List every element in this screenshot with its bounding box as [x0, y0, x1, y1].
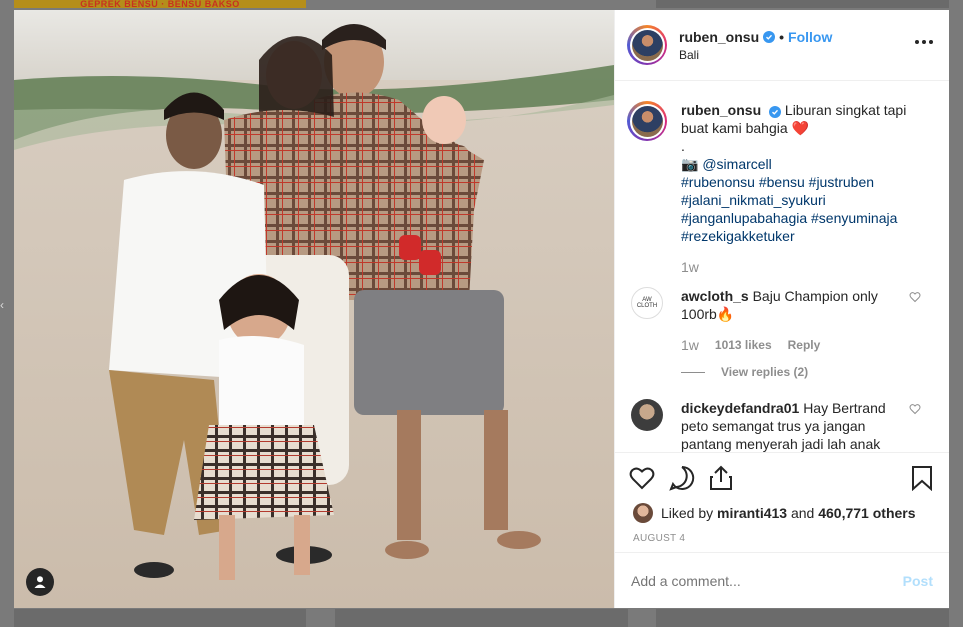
- background-banner: GEPREK BENSU · BENSU BAKSO: [14, 0, 306, 8]
- background-thumb: [656, 0, 949, 8]
- share-icon[interactable]: [709, 465, 733, 491]
- comment-text: Hay Bertrand: [803, 400, 886, 416]
- view-replies-label: View replies (2): [721, 365, 809, 379]
- comment-text: peto semangat trus ya jangan: [681, 418, 866, 434]
- post-modal: ruben_onsu • Follow Bali ruben_onsu Libu…: [14, 10, 949, 608]
- post-photo[interactable]: [14, 10, 614, 608]
- liked-by-user[interactable]: miranti413: [717, 505, 787, 521]
- verified-icon: [769, 106, 782, 118]
- caption-username[interactable]: ruben_onsu: [681, 102, 761, 118]
- verified-icon: [763, 30, 776, 43]
- caption: ruben_onsu Liburan singkat tapi buat kam…: [627, 101, 933, 245]
- comment-text: 100rb🔥: [681, 306, 735, 322]
- comment-text: Baju Champion only: [752, 288, 878, 304]
- comment-likes[interactable]: 1013 likes: [715, 338, 772, 352]
- heart-icon[interactable]: [629, 466, 655, 490]
- hashtag-line[interactable]: #rezekigakketuker: [681, 227, 903, 245]
- more-icon[interactable]: [915, 40, 933, 44]
- user-tag-button[interactable]: [26, 568, 54, 596]
- likes-row: Liked by miranti413 and 460,771 others: [629, 503, 933, 523]
- caption-text: Liburan singkat tapi: [784, 102, 907, 118]
- background-thumb: [14, 609, 306, 627]
- location-link[interactable]: Bali: [679, 48, 832, 62]
- avatar[interactable]: [627, 25, 667, 65]
- prev-arrow-icon[interactable]: ‹: [0, 298, 4, 312]
- liked-by-and: and: [790, 505, 815, 521]
- follow-button[interactable]: Follow: [788, 29, 832, 45]
- post-button[interactable]: Post: [903, 573, 933, 589]
- hashtag-line[interactable]: #janganlupabahagia #senyuminaja: [681, 209, 903, 227]
- caption-dot: .: [681, 138, 685, 154]
- hashtag-line[interactable]: #rubenonsu #bensu #justruben: [681, 173, 903, 191]
- avatar[interactable]: AW CLOTH: [631, 287, 663, 319]
- background-thumb: [335, 609, 628, 627]
- avatar[interactable]: [631, 399, 663, 431]
- background-thumb: [656, 609, 949, 627]
- avatar[interactable]: [627, 101, 667, 141]
- photo-illustration: [14, 10, 614, 608]
- bookmark-icon[interactable]: [911, 465, 933, 491]
- comment-username[interactable]: awcloth_s: [681, 288, 749, 304]
- liked-by-prefix: Liked by: [661, 505, 714, 521]
- comment-item: dickeydefandra01 Hay Bertrand peto seman…: [627, 399, 933, 452]
- comment-time[interactable]: 1w: [681, 337, 699, 353]
- comment-item: AW CLOTH awcloth_s Baju Champion only 10…: [627, 287, 933, 323]
- post-actions: Liked by miranti413 and 460,771 others A…: [615, 452, 949, 552]
- caption-text: buat kami bahgia: [681, 120, 788, 136]
- comment-icon[interactable]: [669, 465, 695, 491]
- user-tag-icon: [34, 576, 46, 588]
- caption-time[interactable]: 1w: [681, 259, 933, 275]
- reply-button[interactable]: Reply: [788, 338, 821, 352]
- username[interactable]: ruben_onsu: [679, 29, 759, 45]
- heart-icon[interactable]: [909, 403, 921, 415]
- avatar[interactable]: [633, 503, 653, 523]
- mention-link[interactable]: @simarcell: [702, 156, 771, 172]
- heart-emoji: ❤️: [791, 120, 809, 136]
- post-side-panel: ruben_onsu • Follow Bali ruben_onsu Libu…: [614, 10, 949, 608]
- post-date[interactable]: AUGUST 4: [633, 533, 933, 544]
- separator-dot: •: [779, 28, 785, 45]
- hashtag-line[interactable]: #jalani_nikmati_syukuri: [681, 191, 903, 209]
- view-replies[interactable]: View replies (2): [681, 365, 933, 379]
- comment-input[interactable]: [631, 572, 903, 589]
- heart-icon[interactable]: [909, 291, 921, 303]
- replies-line: [681, 371, 705, 373]
- comments-list[interactable]: ruben_onsu Liburan singkat tapi buat kam…: [615, 81, 949, 452]
- post-header: ruben_onsu • Follow Bali: [615, 10, 949, 81]
- comment-username[interactable]: dickeydefandra01: [681, 400, 799, 416]
- add-comment-bar: Post: [615, 552, 949, 608]
- comment-text: pantang menyerah jadi lah anak: [681, 436, 881, 452]
- camera-emoji: 📷: [681, 156, 699, 172]
- avatar-logo-text: AW CLOTH: [636, 297, 658, 309]
- comment-meta: 1w 1013 likes Reply: [681, 337, 933, 353]
- liked-by-others[interactable]: 460,771 others: [818, 505, 915, 521]
